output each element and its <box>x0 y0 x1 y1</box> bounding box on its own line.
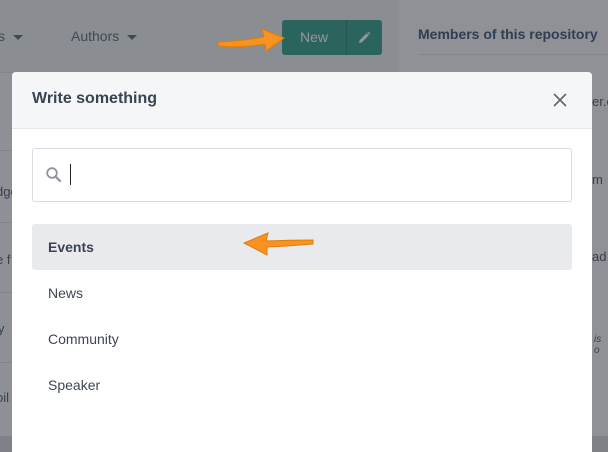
list-scroll-fade <box>32 408 572 432</box>
list-item-news[interactable]: News <box>32 270 572 316</box>
arrow-icon <box>242 232 314 256</box>
close-button[interactable] <box>548 88 572 112</box>
write-something-modal: Write something Events News Community Sp… <box>12 72 592 452</box>
arrow-icon <box>217 28 286 52</box>
list-item-speaker[interactable]: Speaker <box>32 362 572 408</box>
search-input[interactable] <box>69 161 563 191</box>
close-icon <box>553 93 567 107</box>
search-box[interactable] <box>32 148 572 202</box>
modal-title: Write something <box>32 90 158 107</box>
modal-header: Write something <box>12 72 592 129</box>
list-item-community[interactable]: Community <box>32 316 572 362</box>
search-icon <box>45 166 63 184</box>
text-caret <box>70 164 71 185</box>
